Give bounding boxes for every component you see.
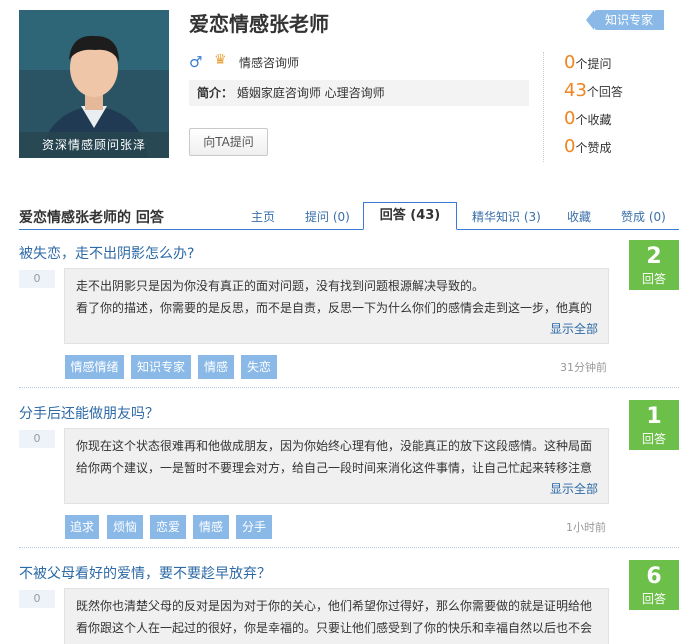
stat-answers[interactable]: 43个回答	[564, 80, 623, 101]
item-separator	[19, 387, 679, 388]
answer-count-label: 回答	[641, 432, 666, 446]
stat-approvals-count: 0	[564, 136, 576, 157]
expert-name: 爱恋情感张老师	[189, 12, 329, 36]
answer-count: 1	[646, 404, 662, 429]
answer-count-label: 回答	[641, 272, 666, 286]
answer-line: 看你跟这个人在一起过的很好，你是幸福的。只要让他们感受到了你的快乐和幸福自然以后…	[76, 621, 593, 635]
stat-approvals[interactable]: 0个赞成	[564, 136, 611, 157]
stat-answers-count: 43	[564, 80, 587, 101]
answer-count-box[interactable]: 2 回答	[629, 240, 679, 290]
stat-favorites-label: 个收藏	[575, 113, 612, 127]
expert-badge: 知识专家	[586, 10, 664, 30]
section-title: 爱恋情感张老师的 回答	[19, 210, 164, 226]
answer-count-box[interactable]: 6 回答	[629, 560, 679, 610]
stat-questions[interactable]: 0个提问	[564, 52, 611, 73]
intro-label: 简介：	[197, 86, 234, 100]
item-separator	[19, 547, 679, 548]
tag[interactable]: 烦恼	[107, 515, 143, 539]
question-title[interactable]: 分手后还能做朋友吗？	[19, 403, 159, 423]
ask-question-button[interactable]: 向TA提问	[189, 128, 268, 156]
stats-divider	[543, 52, 544, 162]
answer-time: 1小时前	[566, 521, 606, 534]
answer-count-label: 回答	[641, 592, 666, 606]
answer-count-box[interactable]: 1 回答	[629, 400, 679, 450]
question-title[interactable]: 被失恋，走不出阴影怎么办?	[19, 243, 194, 263]
expert-avatar: 资深情感顾问张泽	[19, 10, 169, 158]
answer-line: 既然你也清楚父母的反对是因为对于你的关心，他们希望你过得好，那么你需要做的就是证…	[76, 599, 593, 613]
tab-answers[interactable]: 回答 (43)	[363, 202, 457, 230]
answer-count: 6	[646, 564, 662, 589]
stat-answers-label: 个回答	[586, 85, 623, 99]
answer-line: 看了你的描述，你需要的是反思，而不是自责，反思一下为什么你们的感情会走到这一步，…	[76, 301, 593, 315]
stat-questions-count: 0	[564, 52, 576, 73]
tab-home[interactable]: 主页	[251, 208, 275, 225]
crown-icon: ♛	[214, 52, 227, 68]
show-all-link[interactable]: 显示全部	[550, 318, 598, 340]
stat-favorites-count: 0	[564, 108, 576, 129]
tabs-underline	[19, 229, 679, 230]
tag[interactable]: 情感	[193, 515, 229, 539]
tab-featured-knowledge[interactable]: 精华知识 (3)	[472, 208, 541, 225]
vote-count[interactable]: 0	[19, 270, 55, 288]
answer-time: 31分钟前	[560, 361, 607, 374]
answer-excerpt: 既然你也清楚父母的反对是因为对于你的关心，他们希望你过得好，那么你需要做的就是证…	[64, 588, 609, 644]
answer-line: 你现在这个状态很难再和他做成朋友，因为你始终心理有他，没能真正的放下这段感情。这…	[76, 439, 593, 453]
male-icon: ♂	[189, 53, 203, 71]
tag[interactable]: 知识专家	[131, 355, 191, 379]
show-all-link[interactable]: 显示全部	[550, 478, 598, 500]
intro-box: 简介： 婚姻家庭咨询师 心理咨询师	[189, 80, 529, 106]
stat-questions-label: 个提问	[575, 57, 612, 71]
answer-excerpt: 走不出阴影只是因为你没有真正的面对问题，没有找到问题根源解决导致的。 看了你的描…	[64, 268, 609, 344]
answer-line: 给你两个建议，一是暂时不要理会对方，给自己一段时间来消化这件事情，让自己忙起来转…	[76, 461, 593, 475]
expert-title: 情感咨询师	[239, 56, 300, 70]
tab-favorites[interactable]: 收藏	[567, 208, 591, 225]
tag[interactable]: 追求	[65, 515, 99, 539]
answer-excerpt: 你现在这个状态很难再和他做成朋友，因为你始终心理有他，没能真正的放下这段感情。这…	[64, 428, 609, 504]
vote-count[interactable]: 0	[19, 590, 55, 608]
tag[interactable]: 失恋	[241, 355, 277, 379]
answer-line: 走不出阴影只是因为你没有真正的面对问题，没有找到问题根源解决导致的。	[76, 279, 485, 293]
avatar-caption: 资深情感顾问张泽	[19, 132, 169, 158]
stat-favorites[interactable]: 0个收藏	[564, 108, 611, 129]
tag[interactable]: 情感情绪	[65, 355, 124, 379]
intro-text: 婚姻家庭咨询师 心理咨询师	[236, 86, 385, 100]
tag[interactable]: 分手	[236, 515, 272, 539]
stat-approvals-label: 个赞成	[575, 141, 612, 155]
question-title[interactable]: 不被父母看好的爱情，要不要趁早放弃？	[19, 563, 271, 583]
tag[interactable]: 情感	[198, 355, 234, 379]
tab-questions[interactable]: 提问 (0)	[305, 208, 350, 225]
answer-count: 2	[646, 244, 662, 269]
tag[interactable]: 恋爱	[150, 515, 186, 539]
tab-approvals[interactable]: 赞成 (0)	[621, 208, 666, 225]
vote-count[interactable]: 0	[19, 430, 55, 448]
